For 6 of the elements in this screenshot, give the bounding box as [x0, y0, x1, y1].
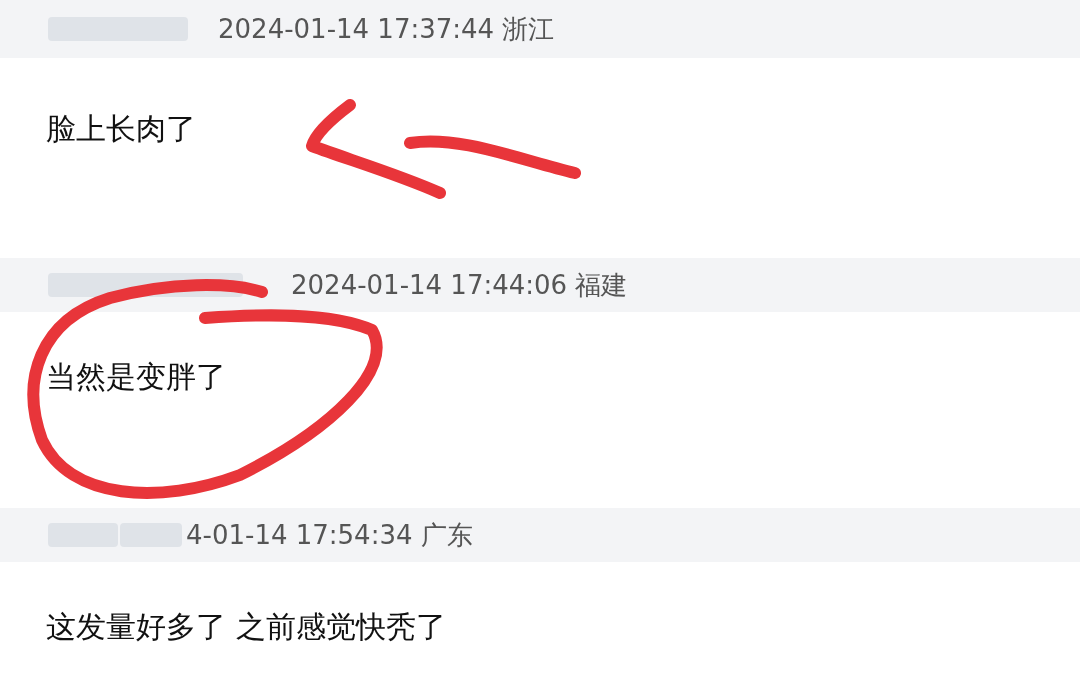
comment-time: 4-01-14 17:54:34 广东	[186, 518, 473, 552]
comment-text: 脸上长肉了	[45, 111, 196, 146]
comment-text: 当然是变胖了	[45, 359, 226, 394]
comment-time: 2024-01-14 17:37:44 浙江	[218, 12, 555, 46]
comment-time: 2024-01-14 17:44:06 福建	[291, 268, 628, 302]
comment-text: 这发量好多了 之前感觉快秃了	[45, 609, 446, 644]
